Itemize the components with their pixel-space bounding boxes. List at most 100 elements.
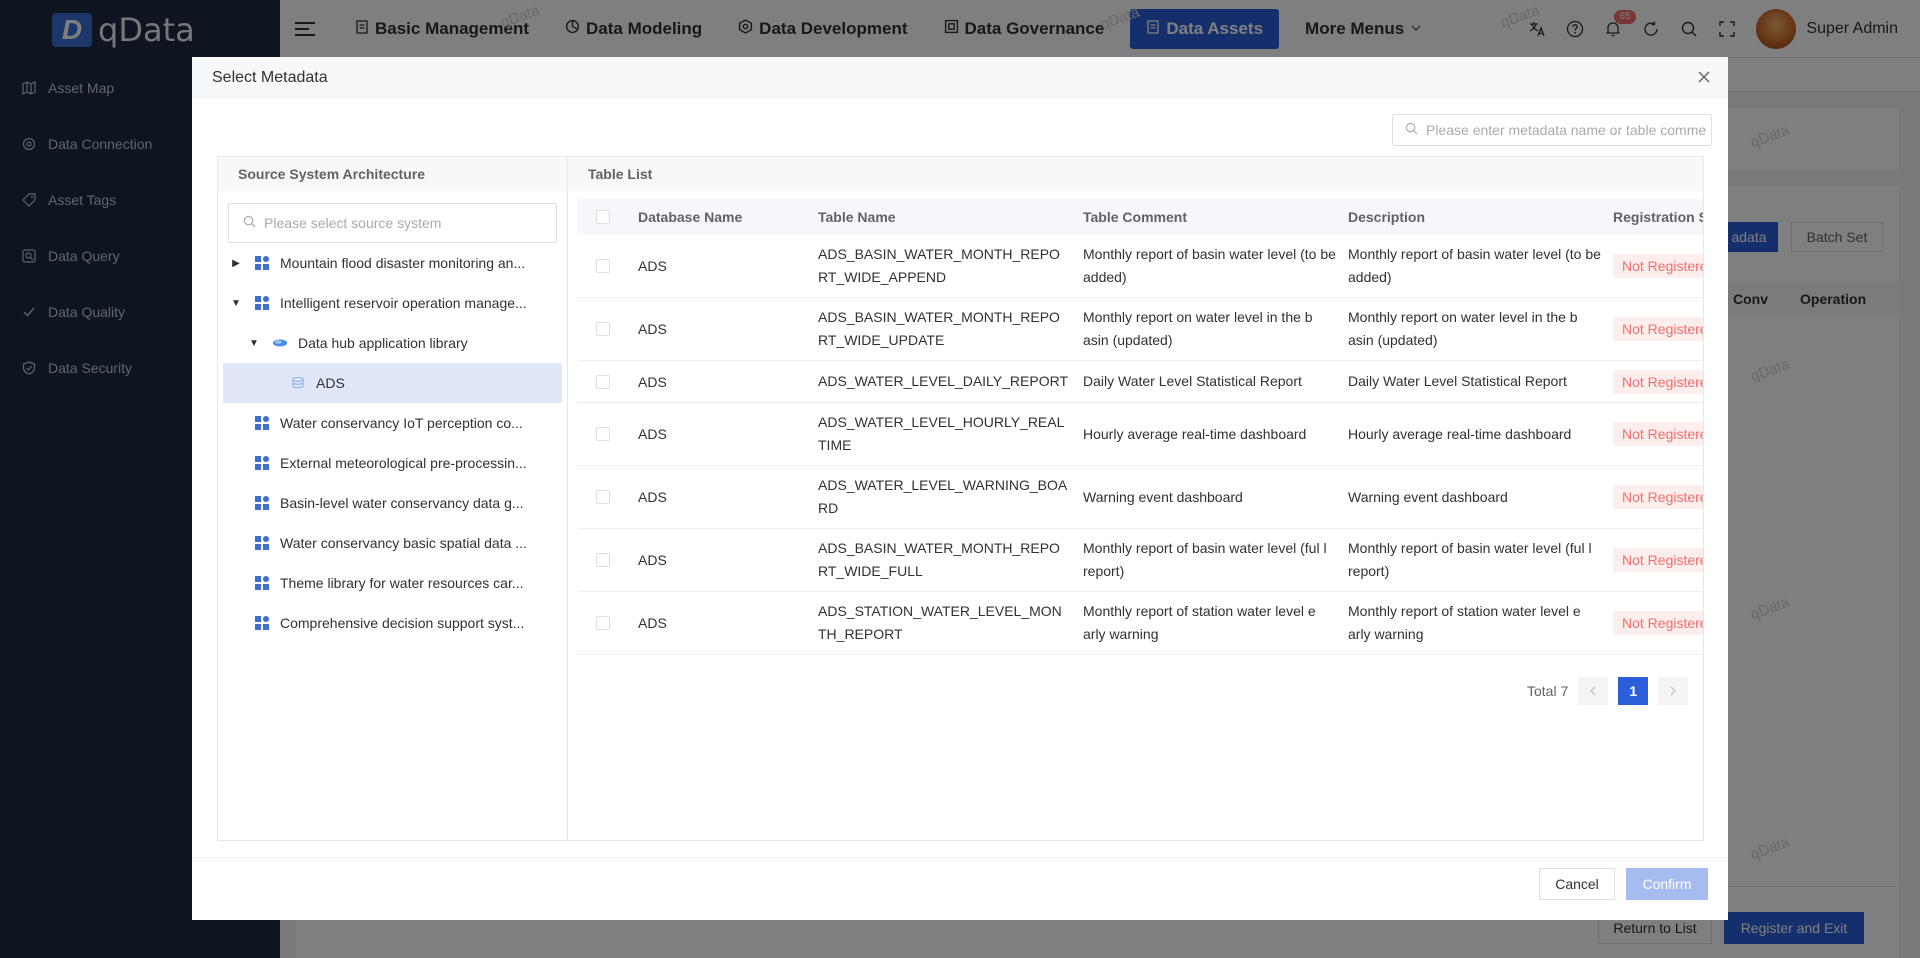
status-badge: Not Registered bbox=[1613, 548, 1703, 572]
row-checkbox[interactable] bbox=[596, 322, 610, 336]
metadata-search bbox=[1392, 114, 1712, 146]
row-select-cell bbox=[578, 427, 626, 441]
select-all-cell bbox=[578, 210, 626, 224]
cell-table-name: ADS_BASIN_WATER_MONTH_REPO RT_WIDE_UPDAT… bbox=[818, 309, 1060, 348]
status-badge: Not Registered bbox=[1613, 254, 1703, 278]
tree-node-label: Theme library for water resources car... bbox=[280, 575, 524, 591]
column-registration-status: Registration S bbox=[1613, 209, 1703, 225]
cell-table-name: ADS_WATER_LEVEL_HOURLY_REAL TIME bbox=[818, 414, 1064, 453]
row-select-cell bbox=[578, 490, 626, 504]
system-icon bbox=[254, 495, 270, 511]
cell-database-name: ADS bbox=[638, 321, 667, 337]
metadata-table: Database Name Table Name Table Comment D… bbox=[578, 199, 1703, 655]
tree-node[interactable]: ▼ Data hub application library bbox=[223, 323, 562, 363]
cell-registration-status: Not Registered bbox=[1601, 611, 1703, 635]
status-badge: Not Registered bbox=[1613, 485, 1703, 509]
table-row[interactable]: ADS ADS_BASIN_WATER_MONTH_REPO RT_WIDE_AP… bbox=[578, 235, 1703, 298]
row-checkbox[interactable] bbox=[596, 553, 610, 567]
table-row[interactable]: ADS ADS_WATER_LEVEL_DAILY_REPORT Daily Wat… bbox=[578, 361, 1703, 403]
select-all-checkbox[interactable] bbox=[596, 210, 610, 224]
table-body: ADS ADS_BASIN_WATER_MONTH_REPO RT_WIDE_AP… bbox=[578, 235, 1703, 655]
cell-table-comment: Monthly report of station water level e … bbox=[1083, 603, 1316, 642]
database-icon bbox=[272, 335, 288, 351]
next-page-button[interactable] bbox=[1658, 677, 1689, 705]
table-row[interactable]: ADS ADS_BASIN_WATER_MONTH_REPO RT_WIDE_FU… bbox=[578, 529, 1703, 592]
caret-right-icon[interactable]: ▶ bbox=[230, 258, 242, 269]
row-checkbox[interactable] bbox=[596, 427, 610, 441]
cell-description: Warning event dashboard bbox=[1348, 488, 1508, 505]
dialog-title: Select Metadata bbox=[212, 69, 328, 86]
tree-node[interactable]: Water conservancy IoT perception co... bbox=[223, 403, 562, 443]
pagination: Total 7 1 bbox=[1527, 677, 1689, 705]
column-table-name: Table Name bbox=[818, 208, 896, 225]
tree-node[interactable]: ▶ Mountain flood disaster monitoring an..… bbox=[223, 243, 562, 283]
row-checkbox[interactable] bbox=[596, 616, 610, 630]
tree-node[interactable]: Basin-level water conservancy data g... bbox=[223, 483, 562, 523]
status-badge: Not Registered bbox=[1613, 369, 1703, 394]
source-system-title: Source System Architecture bbox=[218, 157, 567, 191]
cell-table-comment: Monthly report on water level in the b a… bbox=[1083, 309, 1313, 348]
row-select-cell bbox=[578, 553, 626, 567]
system-icon bbox=[254, 295, 270, 311]
cell-database-name: ADS bbox=[638, 373, 667, 390]
table-list-title: Table List bbox=[568, 157, 1703, 191]
tree-node-label: Water conservancy basic spatial data ... bbox=[280, 535, 527, 551]
table-header: Database Name Table Name Table Comment D… bbox=[578, 199, 1703, 235]
row-select-cell bbox=[578, 259, 626, 273]
system-icon bbox=[254, 575, 270, 591]
table-row[interactable]: ADS ADS_WATER_LEVEL_HOURLY_REAL TIME Hourl… bbox=[578, 403, 1703, 466]
tree-search bbox=[228, 203, 557, 243]
close-icon[interactable] bbox=[1696, 69, 1712, 85]
tree-node[interactable]: Comprehensive decision support syst... bbox=[223, 603, 562, 643]
cell-description: Daily Water Level Statistical Report bbox=[1348, 373, 1567, 389]
cell-table-name: ADS_WATER_LEVEL_DAILY_REPORT bbox=[818, 373, 1069, 389]
row-select-cell bbox=[578, 322, 626, 336]
column-database-name: Database Name bbox=[638, 209, 743, 225]
cell-database-name: ADS bbox=[638, 258, 667, 274]
tree-node[interactable]: ▼ Intelligent reservoir operation manage.… bbox=[223, 283, 562, 323]
row-select-cell bbox=[578, 374, 626, 389]
row-checkbox[interactable] bbox=[596, 374, 610, 389]
metadata-search-input[interactable] bbox=[1426, 122, 1706, 138]
prev-page-button[interactable] bbox=[1578, 677, 1609, 705]
table-row[interactable]: ADS ADS_WATER_LEVEL_WARNING_BOA RD Warning… bbox=[578, 466, 1703, 529]
cell-table-comment: Monthly report of basin water level (ful… bbox=[1083, 540, 1327, 579]
column-table-comment: Table Comment bbox=[1083, 208, 1187, 225]
tree-search-input[interactable] bbox=[264, 215, 544, 231]
system-icon bbox=[254, 535, 270, 551]
dialog-footer: Cancel Confirm bbox=[192, 857, 1728, 920]
cell-registration-status: Not Registered bbox=[1601, 317, 1703, 341]
caret-down-icon[interactable]: ▼ bbox=[230, 298, 242, 309]
system-icon bbox=[254, 615, 270, 631]
cell-database-name: ADS bbox=[638, 489, 667, 505]
page-number[interactable]: 1 bbox=[1618, 677, 1649, 705]
tree-node-label: Intelligent reservoir operation manage..… bbox=[280, 295, 527, 311]
source-system-panel: Source System Architecture ▶ Mountain flo… bbox=[218, 157, 568, 840]
row-checkbox[interactable] bbox=[596, 259, 610, 273]
row-checkbox[interactable] bbox=[596, 490, 610, 504]
cell-table-comment: Daily Water Level Statistical Report bbox=[1083, 373, 1302, 389]
select-metadata-dialog: Select Metadata Source System Architectu… bbox=[192, 57, 1728, 920]
system-icon bbox=[254, 255, 270, 271]
tree-node[interactable]: ADS bbox=[223, 363, 562, 403]
row-select-cell bbox=[578, 616, 626, 630]
cell-description: Monthly report of station water level e … bbox=[1348, 603, 1581, 642]
tree-node[interactable]: Water conservancy basic spatial data ... bbox=[223, 523, 562, 563]
cell-database-name: ADS bbox=[638, 426, 667, 442]
tree-node-label: External meteorological pre-processin... bbox=[280, 455, 527, 471]
cell-description: Monthly report on water level in the b a… bbox=[1348, 309, 1578, 348]
table-row[interactable]: ADS ADS_STATION_WATER_LEVEL_MON TH_REPORT… bbox=[578, 592, 1703, 655]
tree-node-label: Comprehensive decision support syst... bbox=[280, 615, 525, 631]
cell-table-name: ADS_BASIN_WATER_MONTH_REPO RT_WIDE_APPEN… bbox=[818, 246, 1060, 285]
tree-node[interactable]: Theme library for water resources car... bbox=[223, 563, 562, 603]
cancel-button[interactable]: Cancel bbox=[1539, 868, 1615, 900]
cell-registration-status: Not Registered bbox=[1601, 254, 1703, 278]
status-badge: Not Registered bbox=[1613, 611, 1703, 635]
caret-down-icon[interactable]: ▼ bbox=[248, 338, 260, 349]
tree-node-label: ADS bbox=[316, 375, 345, 391]
cell-description: Hourly average real-time dashboard bbox=[1348, 425, 1572, 442]
system-icon bbox=[254, 455, 270, 471]
confirm-button[interactable]: Confirm bbox=[1626, 868, 1708, 900]
tree-node[interactable]: External meteorological pre-processin... bbox=[223, 443, 562, 483]
table-row[interactable]: ADS ADS_BASIN_WATER_MONTH_REPO RT_WIDE_UP… bbox=[578, 298, 1703, 361]
